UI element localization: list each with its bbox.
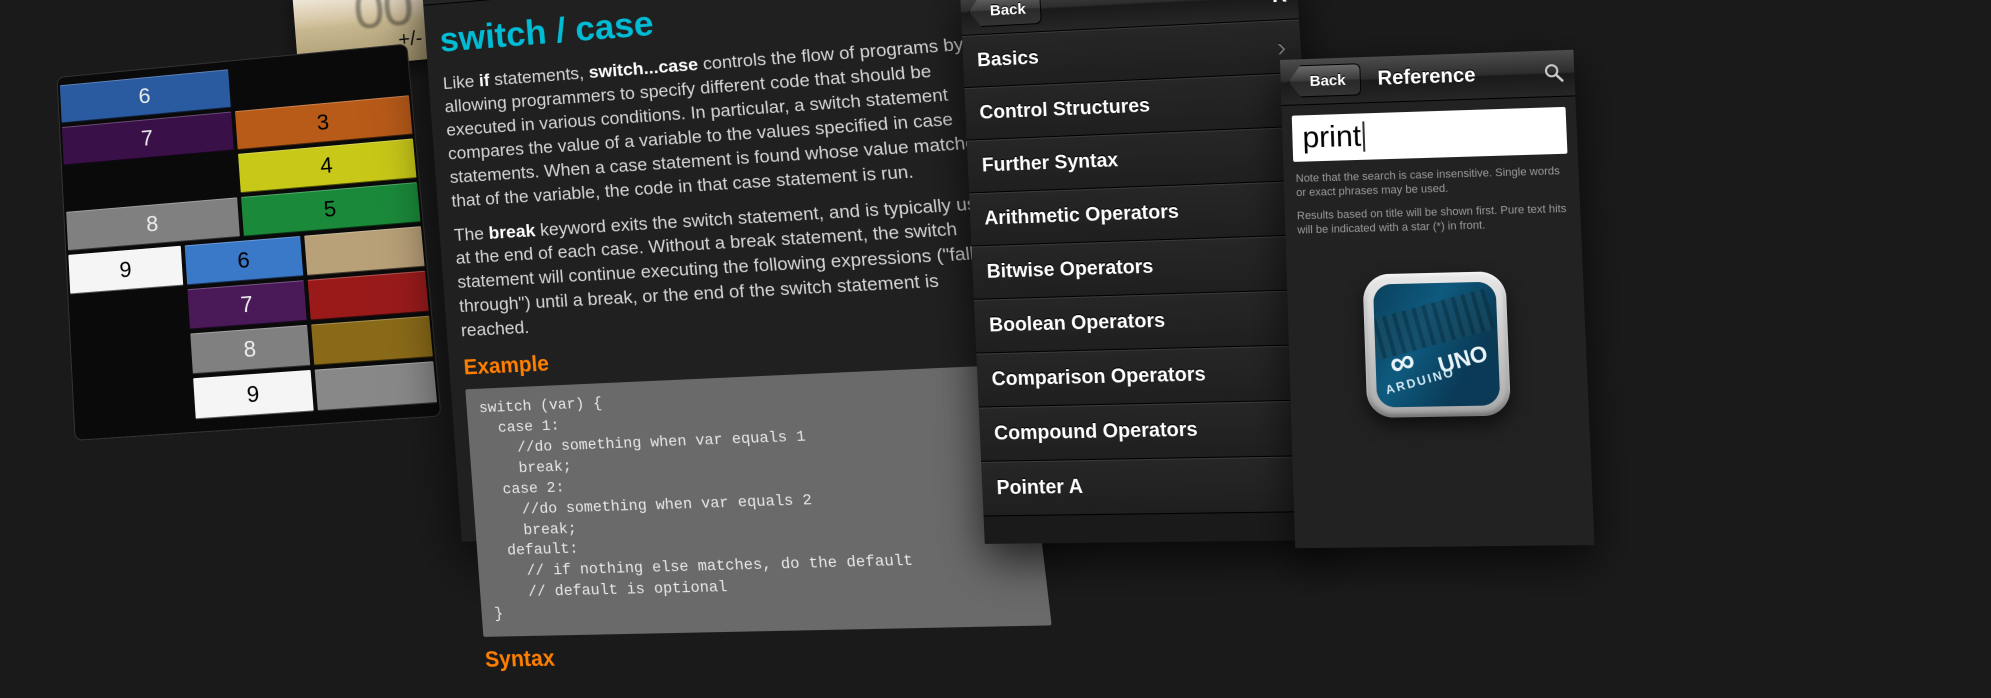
doc-paragraph-2: The break keyword exits the switch state…: [453, 190, 1015, 344]
reference-list-item[interactable]: Compound Operators: [979, 400, 1327, 462]
code-example: switch (var) { case 1: //do something wh…: [465, 365, 1051, 637]
search-input-value: print: [1302, 120, 1362, 156]
syntax-heading: Syntax: [484, 635, 1056, 676]
search-panel: Back Reference print Note that the searc…: [1280, 50, 1594, 548]
back-button[interactable]: Back: [968, 0, 1041, 28]
search-icon[interactable]: [1543, 62, 1564, 83]
band-cell[interactable]: [304, 226, 425, 276]
band-cell[interactable]: 8: [191, 325, 310, 374]
app-icon: ∞ UNO ARDUINO: [1362, 271, 1511, 418]
search-toolbar-title: Reference: [1377, 64, 1476, 90]
band-cell[interactable]: 7: [188, 280, 307, 329]
resistor-panel: 00 Oh +/- 5% 67348596789: [16, 0, 483, 437]
doc-panel: Reference switch / case Like if statemen…: [420, 0, 1056, 542]
reference-category-list: BasicsControl StructuresFurther SyntaxAr…: [962, 19, 1330, 516]
band-cell[interactable]: 9: [68, 246, 183, 295]
reference-list-item[interactable]: Comparison Operators: [976, 345, 1323, 408]
back-button[interactable]: Back: [1288, 63, 1361, 98]
band-cell[interactable]: 9: [193, 370, 313, 419]
band-cell[interactable]: [307, 271, 428, 321]
band-cell[interactable]: [314, 361, 437, 411]
doc-paragraph-1: Like if statements, switch...case contro…: [442, 31, 999, 213]
resistor-band-picker[interactable]: 67348596789: [57, 44, 442, 441]
search-input[interactable]: print: [1292, 107, 1568, 162]
reference-list-item[interactable]: Pointer A: [981, 456, 1330, 517]
search-hint-2: Results based on title will be shown fir…: [1285, 201, 1582, 246]
text-cursor: [1363, 121, 1366, 151]
reflist-title-partial: R: [1271, 0, 1288, 8]
band-cell[interactable]: [311, 316, 433, 366]
reference-list-panel: Back R BasicsControl StructuresFurther S…: [960, 0, 1332, 544]
band-cell[interactable]: 6: [185, 236, 303, 285]
reference-list-item[interactable]: Boolean Operators: [974, 290, 1320, 354]
search-toolbar: Back Reference: [1280, 50, 1575, 106]
reference-list-item[interactable]: Bitwise Operators: [971, 235, 1315, 300]
